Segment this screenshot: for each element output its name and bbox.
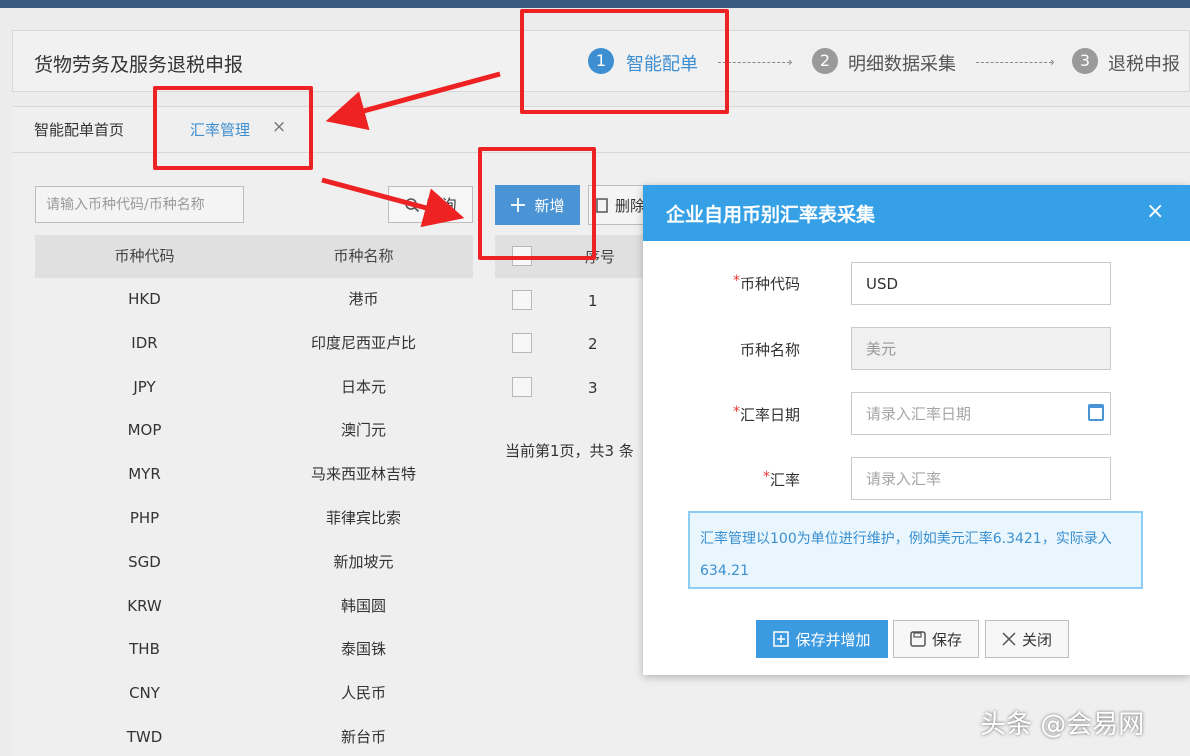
arrow-annotations [321,71,501,228]
arrow-annotation [325,71,501,131]
arrow-annotation [321,177,465,228]
watermark: 头条 @会易网 [980,710,1145,740]
